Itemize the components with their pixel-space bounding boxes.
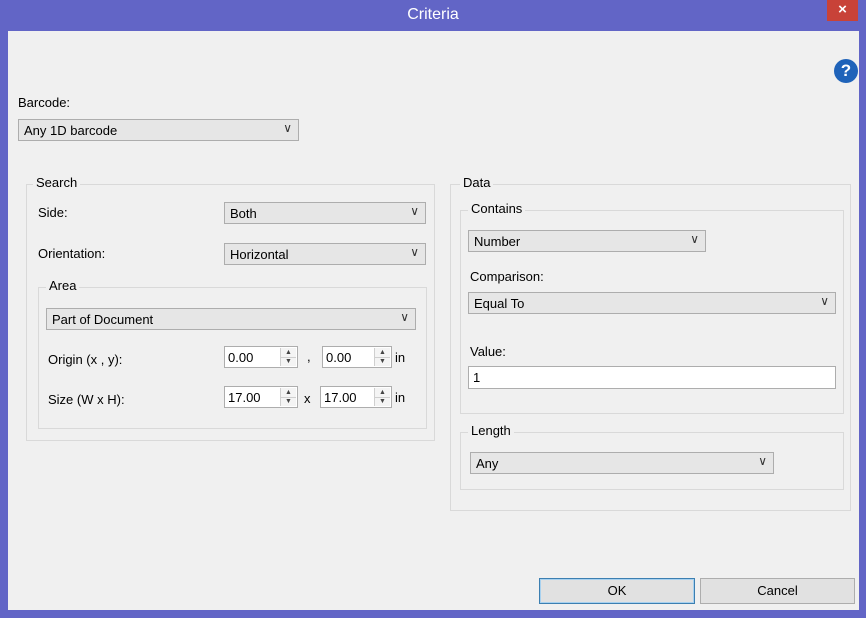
size-separator: x [304, 391, 311, 406]
length-group-title: Length [468, 423, 514, 438]
contains-dropdown[interactable]: Number ∨ [468, 230, 706, 252]
origin-x-stepper[interactable]: 0.00 ▲ ▼ [224, 346, 298, 368]
spin-buttons[interactable]: ▲ ▼ [374, 348, 390, 366]
area-value: Part of Document [52, 312, 154, 327]
length-dropdown[interactable]: Any ∨ [470, 452, 774, 474]
spin-down-icon[interactable]: ▼ [281, 397, 296, 406]
chevron-down-icon: ∨ [283, 121, 292, 135]
origin-y-value: 0.00 [326, 350, 352, 365]
value-input-text: 1 [473, 370, 481, 385]
size-label: Size (W x H): [48, 392, 125, 407]
size-w-stepper[interactable]: 17.00 ▲ ▼ [224, 386, 298, 408]
chevron-down-icon: ∨ [690, 232, 699, 246]
barcode-label: Barcode: [18, 95, 71, 110]
orientation-dropdown[interactable]: Horizontal ∨ [224, 243, 426, 265]
chevron-down-icon: ∨ [400, 310, 409, 324]
origin-separator: , [307, 349, 311, 364]
chevron-down-icon: ∨ [758, 454, 767, 468]
value-label: Value: [470, 344, 506, 359]
chevron-down-icon: ∨ [820, 294, 829, 308]
cancel-button[interactable]: Cancel [700, 578, 855, 604]
ok-button[interactable]: OK [539, 578, 695, 604]
area-group-title: Area [46, 278, 80, 293]
origin-y-stepper[interactable]: 0.00 ▲ ▼ [322, 346, 392, 368]
comparison-label: Comparison: [470, 269, 544, 284]
comparison-dropdown[interactable]: Equal To ∨ [468, 292, 836, 314]
barcode-value: Any 1D barcode [24, 123, 118, 138]
dialog-body: ? Barcode: Any 1D barcode ∨ Search Side:… [8, 31, 859, 610]
data-group-title: Data [460, 175, 494, 190]
origin-x-value: 0.00 [228, 350, 254, 365]
contains-value: Number [474, 234, 521, 249]
contains-group-title: Contains [468, 201, 526, 216]
chevron-down-icon: ∨ [410, 245, 419, 259]
size-w-value: 17.00 [228, 390, 261, 405]
spin-down-icon[interactable]: ▼ [375, 397, 390, 406]
spin-buttons[interactable]: ▲ ▼ [374, 388, 390, 406]
help-icon[interactable]: ? [834, 59, 858, 83]
search-group-title: Search [33, 175, 81, 190]
criteria-dialog: Criteria × ? Barcode: Any 1D barcode ∨ S… [0, 0, 866, 618]
title-bar[interactable]: Criteria × [0, 0, 866, 31]
value-input[interactable]: 1 [468, 366, 836, 389]
side-label: Side: [38, 205, 68, 220]
origin-label: Origin (x , y): [48, 352, 123, 367]
side-dropdown[interactable]: Both ∨ [224, 202, 426, 224]
chevron-down-icon: ∨ [410, 204, 419, 218]
close-icon[interactable]: × [827, 0, 858, 21]
orientation-value: Horizontal [230, 247, 289, 262]
length-value: Any [476, 456, 499, 471]
spin-buttons[interactable]: ▲ ▼ [280, 348, 296, 366]
size-h-value: 17.00 [324, 390, 357, 405]
window-title: Criteria [407, 6, 459, 23]
spin-buttons[interactable]: ▲ ▼ [280, 388, 296, 406]
origin-unit: in [395, 350, 406, 365]
size-unit: in [395, 390, 406, 405]
size-h-stepper[interactable]: 17.00 ▲ ▼ [320, 386, 392, 408]
comparison-value: Equal To [474, 296, 525, 311]
spin-down-icon[interactable]: ▼ [375, 357, 390, 366]
side-value: Both [230, 206, 257, 221]
barcode-dropdown[interactable]: Any 1D barcode ∨ [18, 119, 299, 141]
orientation-label: Orientation: [38, 246, 106, 261]
spin-down-icon[interactable]: ▼ [281, 357, 296, 366]
area-dropdown[interactable]: Part of Document ∨ [46, 308, 416, 330]
